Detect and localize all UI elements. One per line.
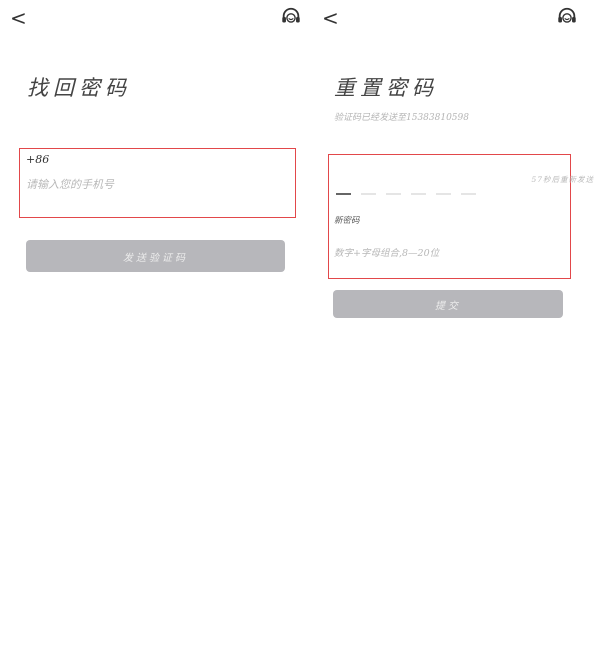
back-button[interactable]: < xyxy=(10,8,27,28)
code-slot[interactable] xyxy=(336,193,351,195)
code-slot[interactable] xyxy=(361,193,376,195)
page-title: 找回密码 xyxy=(27,76,131,100)
country-code-selector[interactable]: +86 xyxy=(26,153,49,166)
submit-button[interactable]: 提交 xyxy=(333,290,563,318)
resend-countdown[interactable]: 57秒后重新发送 xyxy=(531,174,594,185)
headset-icon[interactable] xyxy=(556,6,578,28)
code-slot[interactable] xyxy=(411,193,426,195)
headset-icon[interactable] xyxy=(280,6,302,28)
reset-password-screen: < 重置密码 验证码已经发送至15383810598 57秒后重新发送 新密码 … xyxy=(312,0,600,646)
send-code-button[interactable]: 发送验证码 xyxy=(26,240,285,272)
verification-code-input[interactable] xyxy=(336,193,476,195)
code-sent-notice: 验证码已经发送至15383810598 xyxy=(334,113,469,123)
code-slot[interactable] xyxy=(436,193,451,195)
code-slot[interactable] xyxy=(386,193,401,195)
page-title: 重置密码 xyxy=(334,76,438,100)
new-password-label: 新密码 xyxy=(334,216,360,226)
new-password-input[interactable] xyxy=(334,248,564,259)
phone-input[interactable] xyxy=(26,178,276,191)
find-password-screen: < 找回密码 +86 发送验证码 xyxy=(0,0,300,646)
back-button[interactable]: < xyxy=(322,8,339,28)
code-slot[interactable] xyxy=(461,193,476,195)
reset-form-highlight xyxy=(328,154,571,279)
